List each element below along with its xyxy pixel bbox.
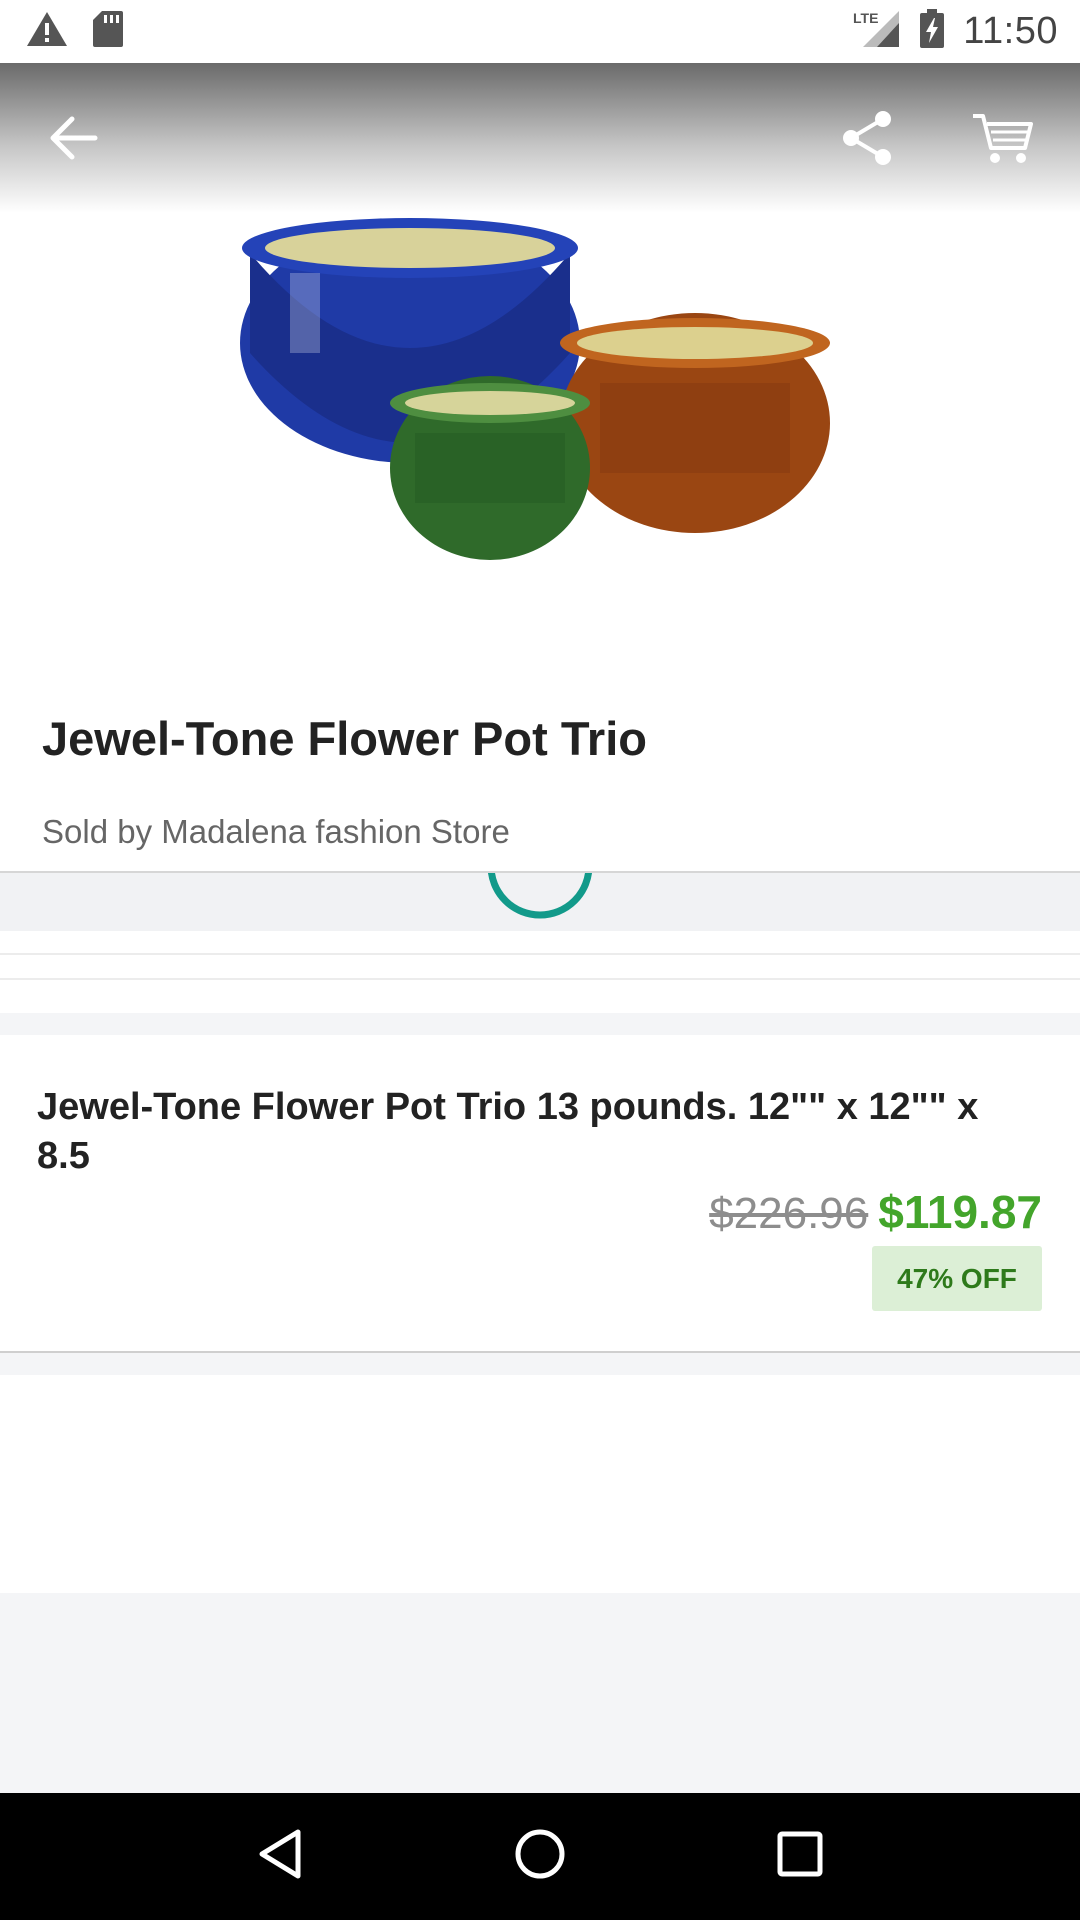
shopping-cart-icon bbox=[971, 112, 1033, 171]
nav-back-icon bbox=[256, 1828, 304, 1885]
nav-back-button[interactable] bbox=[235, 1812, 325, 1902]
loading-spinner bbox=[488, 873, 592, 919]
product-title: Jewel-Tone Flower Pot Trio bbox=[42, 712, 647, 765]
seller-link[interactable]: Sold by Madalena fashion Store bbox=[42, 813, 510, 851]
lte-signal-icon: LTE bbox=[853, 9, 901, 54]
nav-recents-button[interactable] bbox=[755, 1812, 845, 1902]
divider bbox=[0, 953, 1080, 955]
nav-home-button[interactable] bbox=[495, 1812, 585, 1902]
product-image-area[interactable] bbox=[0, 63, 1080, 683]
sale-price: $119.87 bbox=[878, 1186, 1042, 1238]
nav-recents-icon bbox=[776, 1830, 824, 1883]
status-time: 11:50 bbox=[963, 10, 1058, 52]
product-header: Jewel-Tone Flower Pot Trio Sold by Madal… bbox=[0, 683, 1080, 873]
product-detail-screen: LTE 11:50 Jewel-Tone Flower Pot Trio Sol… bbox=[0, 0, 1080, 1920]
warning-icon bbox=[26, 11, 68, 52]
divider bbox=[0, 978, 1080, 980]
product-image bbox=[240, 218, 830, 560]
share-button[interactable] bbox=[830, 103, 904, 177]
nav-home-icon bbox=[514, 1828, 566, 1885]
status-right: LTE 11:50 bbox=[835, 9, 1058, 54]
back-button[interactable] bbox=[36, 103, 110, 177]
sd-card-icon bbox=[92, 10, 124, 53]
price-row: $226.96 $119.87 bbox=[709, 1185, 1042, 1239]
navigation-bar bbox=[0, 1793, 1080, 1920]
status-left bbox=[26, 10, 148, 53]
status-bar: LTE 11:50 bbox=[0, 0, 1080, 63]
original-price: $226.96 bbox=[709, 1189, 869, 1238]
network-label: LTE bbox=[853, 10, 878, 26]
loading-strip bbox=[0, 873, 1080, 931]
product-detail-card: Jewel-Tone Flower Pot Trio 13 pounds. 12… bbox=[0, 1035, 1080, 1353]
share-icon bbox=[841, 110, 893, 171]
product-description: Jewel-Tone Flower Pot Trio 13 pounds. 12… bbox=[37, 1086, 979, 1177]
cart-button[interactable] bbox=[960, 99, 1044, 183]
battery-charging-icon bbox=[919, 9, 945, 54]
empty-card bbox=[0, 1375, 1080, 1593]
back-arrow-icon bbox=[48, 116, 98, 165]
discount-badge: 47% OFF bbox=[872, 1246, 1042, 1311]
placeholder-rows bbox=[0, 931, 1080, 1013]
toolbar-gradient bbox=[0, 63, 1080, 213]
